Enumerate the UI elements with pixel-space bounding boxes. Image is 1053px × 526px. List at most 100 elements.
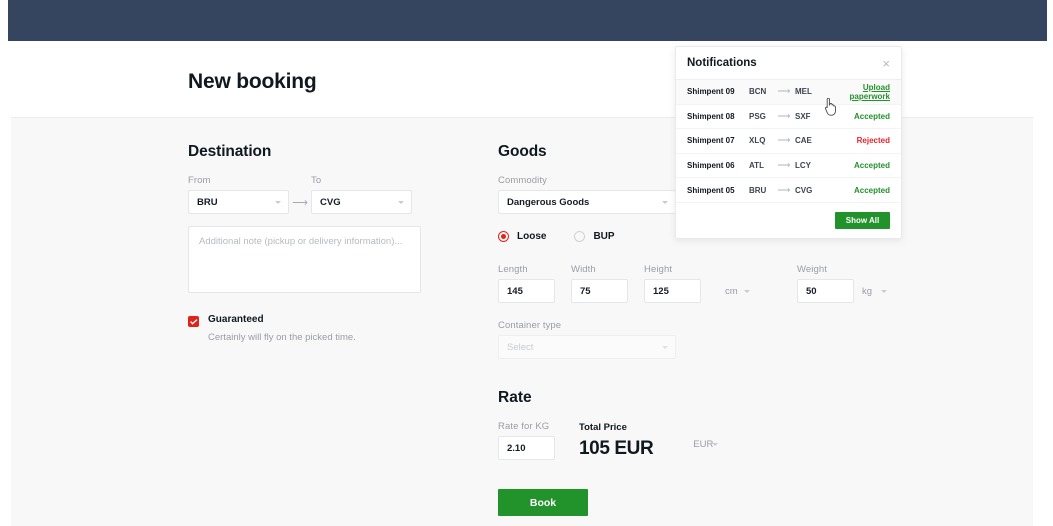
additional-note-textarea[interactable]: Additional note (pickup or delivery info… bbox=[188, 226, 421, 293]
to-airport-value: CVG bbox=[320, 196, 341, 208]
radio-option-bup[interactable]: BUP bbox=[574, 231, 615, 242]
chevron-down-icon bbox=[662, 201, 668, 204]
weight-unit-select[interactable]: kg bbox=[860, 279, 894, 303]
height-label: Height bbox=[644, 264, 673, 275]
dimension-unit-select[interactable]: cm bbox=[723, 279, 757, 303]
to-label: To bbox=[311, 175, 322, 186]
destination-heading: Destination bbox=[188, 143, 272, 160]
shipment-origin: ATL bbox=[749, 161, 764, 171]
shipment-destination: LCY bbox=[795, 161, 811, 171]
notifications-footer: Show All bbox=[676, 203, 901, 239]
height-field-group: Height 125 bbox=[644, 264, 701, 303]
chevron-down-icon bbox=[744, 290, 750, 293]
app-page: New booking Destination From BRU ⟶ To CV… bbox=[0, 0, 1053, 526]
destination-section: Destination From BRU ⟶ To CVG Additional… bbox=[188, 143, 438, 343]
radio-dot-icon bbox=[574, 231, 586, 242]
dimension-unit-value: cm bbox=[725, 285, 738, 297]
book-button[interactable]: Book bbox=[498, 489, 588, 516]
from-airport-value: BRU bbox=[197, 196, 218, 208]
status-badge: Rejected bbox=[856, 136, 890, 146]
route-arrow-icon: ⟶ bbox=[777, 110, 791, 121]
notification-row[interactable]: Shimpent 09 BCN ⟶ MEL Upload paperwork bbox=[676, 80, 901, 105]
from-airport-select[interactable]: BRU bbox=[188, 190, 289, 214]
dimensions-row: Length 145 Width 75 Height 125 cm Weight… bbox=[498, 264, 898, 303]
guaranteed-text-block: Guaranteed bbox=[208, 314, 264, 325]
route-arrow-icon: ⟶ bbox=[777, 184, 791, 195]
currency-select[interactable]: EUR bbox=[691, 432, 725, 456]
from-label: From bbox=[188, 175, 211, 186]
chevron-down-icon bbox=[881, 290, 887, 293]
rate-row: Rate for KG 2.10 Total Price 105 EUR EUR bbox=[498, 421, 898, 460]
radio-label-loose: Loose bbox=[517, 231, 547, 242]
route-arrow-icon: ⟶ bbox=[777, 86, 791, 97]
chevron-down-icon bbox=[398, 201, 404, 204]
length-input[interactable]: 145 bbox=[498, 279, 555, 303]
notifications-header: Notifications × bbox=[676, 47, 901, 80]
chevron-down-icon bbox=[662, 346, 668, 349]
container-type-select[interactable]: Select bbox=[498, 335, 676, 359]
notifications-title: Notifications bbox=[687, 57, 757, 69]
guaranteed-label: Guaranteed bbox=[208, 314, 264, 325]
rate-for-kg-input[interactable]: 2.10 bbox=[498, 436, 555, 460]
guaranteed-description: Certainly will fly on the picked time. bbox=[208, 332, 356, 343]
width-field-group: Width 75 bbox=[571, 264, 628, 303]
length-field-group: Length 145 bbox=[498, 264, 555, 303]
top-navigation-bar bbox=[8, 0, 1047, 41]
radio-label-bup: BUP bbox=[593, 231, 615, 242]
notifications-list: Shimpent 09 BCN ⟶ MEL Upload paperwork S… bbox=[676, 80, 901, 203]
rate-for-kg-label: Rate for KG bbox=[498, 421, 550, 432]
radio-option-loose[interactable]: Loose bbox=[498, 231, 546, 242]
status-badge: Accepted bbox=[853, 111, 890, 121]
route-arrow-icon: ⟶ bbox=[777, 135, 791, 146]
checkmark-icon bbox=[190, 318, 198, 325]
page-title: New booking bbox=[188, 70, 317, 93]
rate-heading: Rate bbox=[498, 389, 532, 406]
rate-section: Rate Rate for KG 2.10 Total Price 105 EU… bbox=[498, 389, 898, 516]
notification-row[interactable]: Shimpent 06 ATL ⟶ LCY Accepted bbox=[676, 154, 901, 179]
total-price-group: Total Price 105 EUR bbox=[579, 422, 654, 460]
commodity-value: Dangerous Goods bbox=[507, 196, 590, 208]
shipment-destination: MEL bbox=[795, 87, 812, 97]
shipment-destination: SXF bbox=[795, 111, 811, 121]
container-type-placeholder: Select bbox=[507, 341, 534, 353]
commodity-select[interactable]: Dangerous Goods bbox=[498, 190, 676, 214]
status-badge: Accepted bbox=[853, 185, 890, 195]
shipment-origin: PSG bbox=[749, 111, 766, 121]
shipment-origin: XLQ bbox=[749, 136, 766, 146]
shipment-name: Shimpent 06 bbox=[687, 161, 735, 171]
shipment-name: Shimpent 05 bbox=[687, 185, 735, 195]
notification-row[interactable]: Shimpent 08 PSG ⟶ SXF Accepted bbox=[676, 105, 901, 130]
guaranteed-option[interactable]: Guaranteed bbox=[188, 314, 438, 327]
weight-input[interactable]: 50 bbox=[797, 279, 854, 303]
upload-paperwork-link[interactable]: Upload paperwork bbox=[821, 83, 890, 101]
shipment-destination: CVG bbox=[795, 185, 813, 195]
shipment-destination: CAE bbox=[795, 136, 812, 146]
rate-for-kg-group: Rate for KG 2.10 bbox=[498, 421, 555, 460]
shipment-origin: BCN bbox=[749, 87, 767, 97]
notification-row[interactable]: Shimpent 05 BRU ⟶ CVG Accepted bbox=[676, 178, 901, 203]
currency-value: EUR bbox=[693, 438, 714, 450]
to-airport-select[interactable]: CVG bbox=[311, 190, 412, 214]
destination-row: From BRU ⟶ To CVG bbox=[188, 175, 438, 214]
close-icon[interactable]: × bbox=[882, 57, 890, 70]
width-input[interactable]: 75 bbox=[571, 279, 628, 303]
width-label: Width bbox=[571, 264, 596, 275]
direction-arrow-icon: ⟶ bbox=[292, 197, 308, 209]
route-arrow-icon: ⟶ bbox=[777, 160, 791, 171]
from-field-group: From BRU bbox=[188, 175, 289, 214]
guaranteed-checkbox[interactable] bbox=[188, 316, 199, 327]
shipment-name: Shimpent 09 bbox=[687, 87, 735, 97]
container-type-label: Container type bbox=[498, 320, 562, 331]
length-label: Length bbox=[498, 264, 528, 275]
to-field-group: To CVG bbox=[311, 175, 412, 214]
total-price-label: Total Price bbox=[579, 422, 627, 433]
weight-unit-value: kg bbox=[862, 285, 873, 297]
total-price-value: 105 EUR bbox=[579, 438, 654, 459]
shipment-origin: BRU bbox=[749, 185, 767, 195]
weight-field-group: Weight 50 bbox=[797, 264, 854, 303]
notification-row[interactable]: Shimpent 07 XLQ ⟶ CAE Rejected bbox=[676, 129, 901, 154]
chevron-down-icon bbox=[712, 443, 719, 446]
show-all-button[interactable]: Show All bbox=[835, 212, 890, 230]
radio-dot-icon bbox=[498, 231, 509, 242]
height-input[interactable]: 125 bbox=[644, 279, 701, 303]
